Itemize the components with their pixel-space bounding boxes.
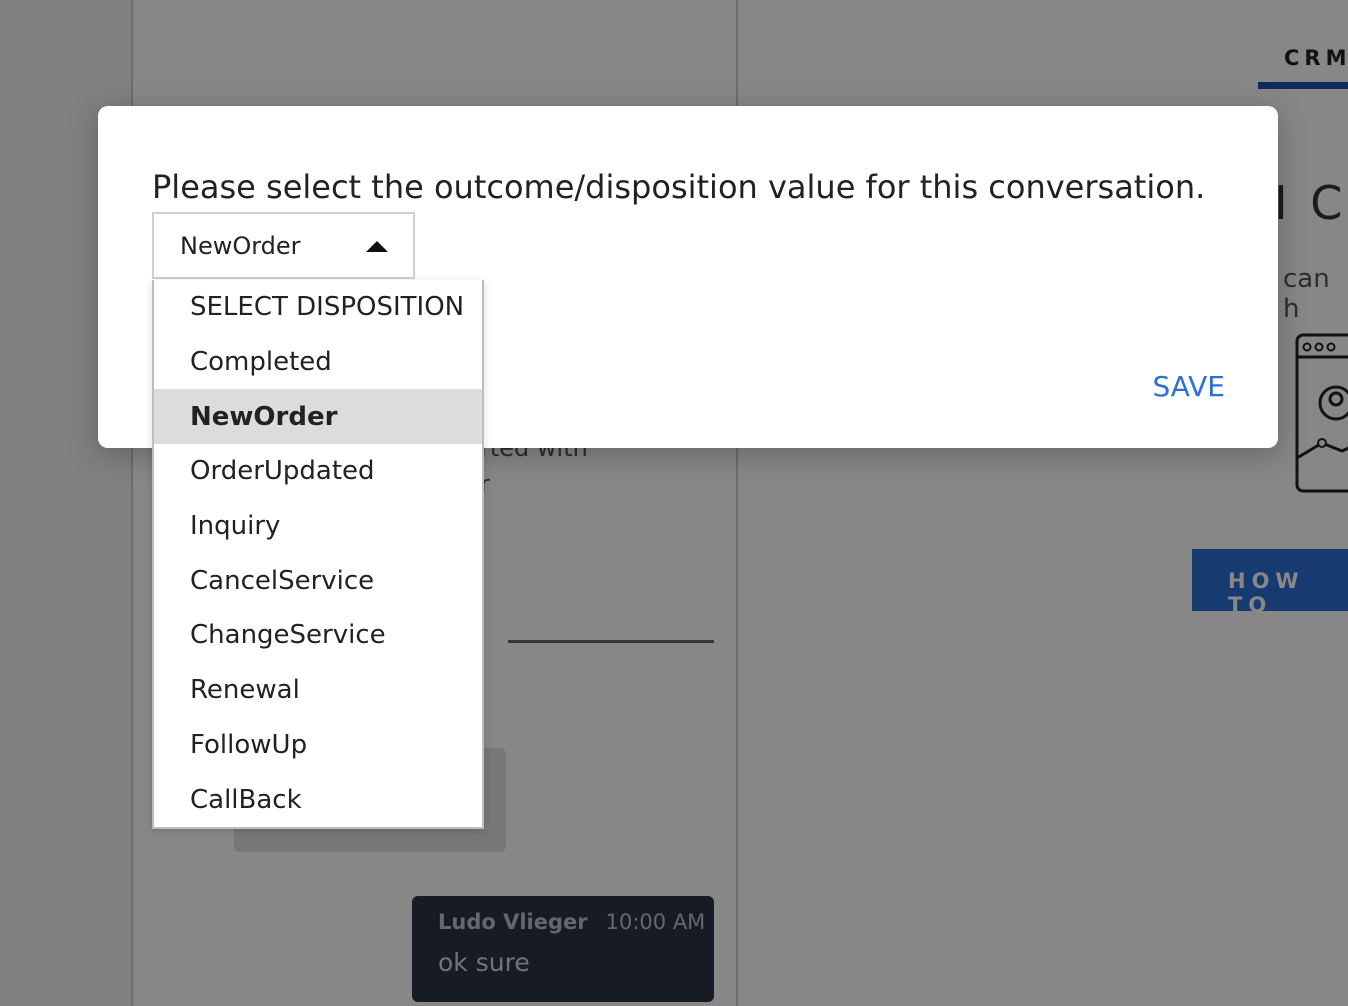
dropdown-option[interactable]: SELECT DISPOSITION [154, 280, 482, 335]
dropdown-option[interactable]: NewOrder [154, 389, 482, 445]
dropdown-option[interactable]: FollowUp [154, 718, 482, 773]
dropdown-option[interactable]: CallBack [154, 772, 482, 827]
dropdown-option[interactable]: Inquiry [154, 499, 482, 554]
dropdown-option[interactable]: OrderUpdated [154, 444, 482, 499]
caret-up-icon [366, 241, 388, 252]
disposition-select[interactable]: NewOrder [152, 212, 415, 279]
dropdown-option[interactable]: Renewal [154, 663, 482, 718]
disposition-options-list: SELECT DISPOSITION Completed NewOrder Order… [152, 280, 484, 829]
dropdown-option[interactable]: Completed [154, 335, 482, 390]
dropdown-option[interactable]: CancelService [154, 553, 482, 608]
save-button[interactable]: SAVE [1152, 370, 1225, 403]
dropdown-option[interactable]: ChangeService [154, 608, 482, 663]
dialog-prompt: Please select the outcome/disposition va… [152, 168, 1206, 206]
select-current-value: NewOrder [180, 232, 301, 260]
